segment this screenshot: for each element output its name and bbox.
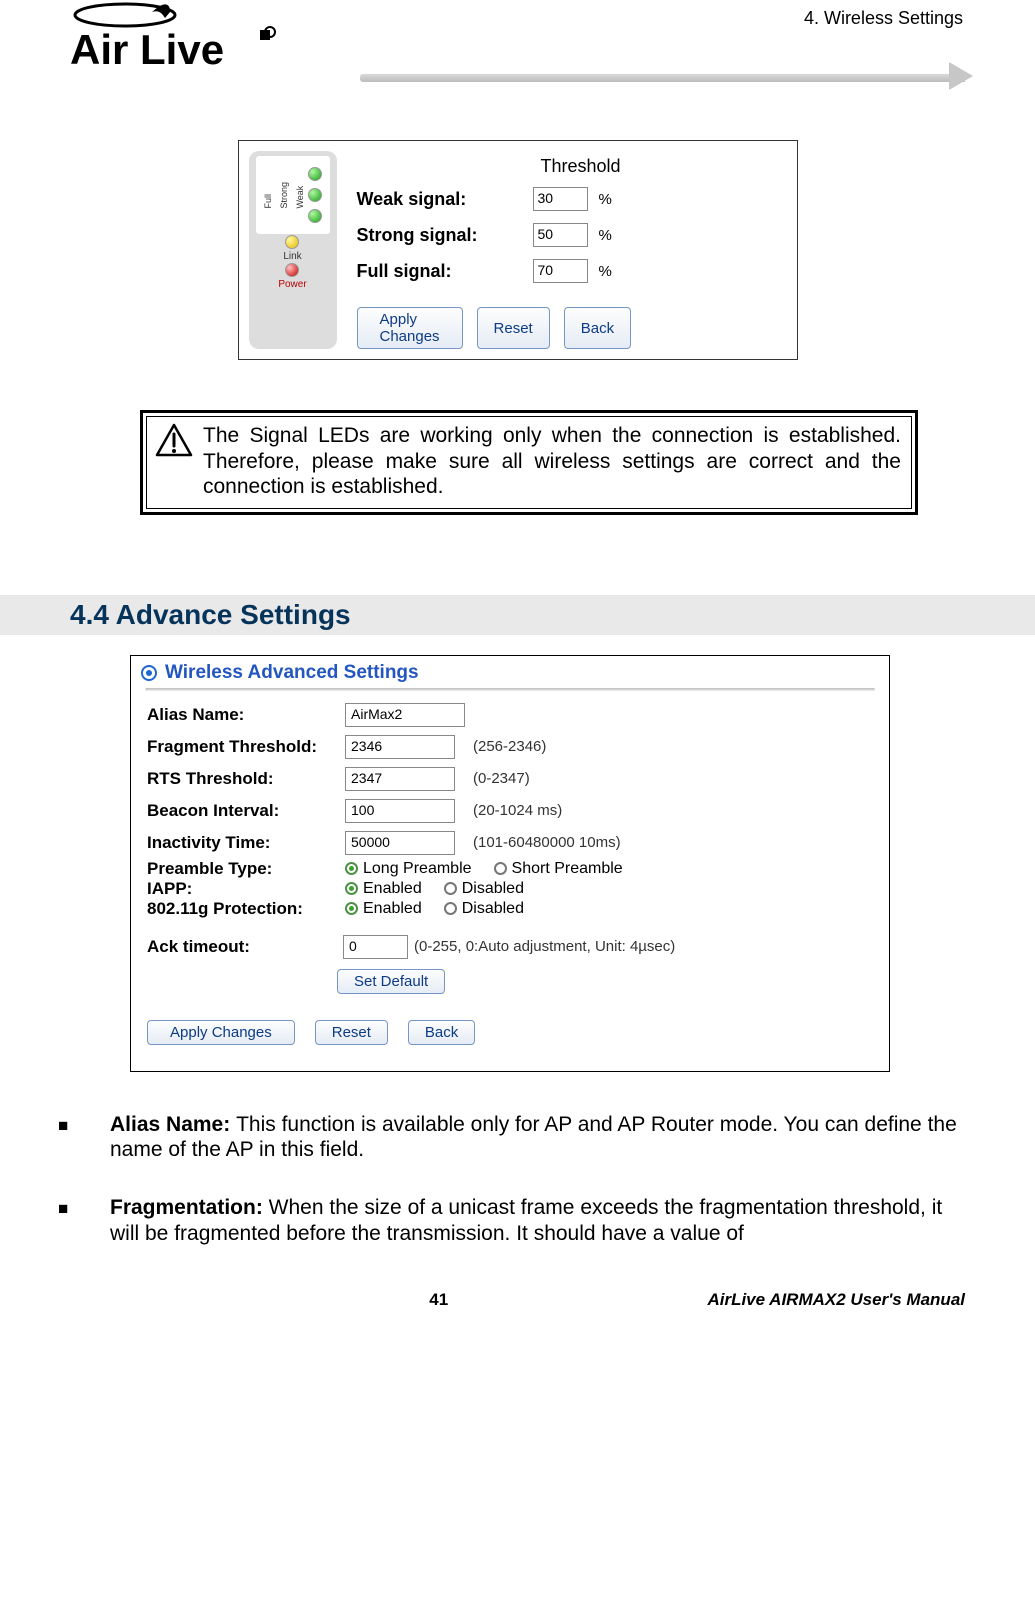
fragment-threshold-range: (256-2346) bbox=[473, 738, 873, 755]
strong-signal-label: Strong signal: bbox=[357, 225, 527, 246]
led-strong-icon bbox=[308, 188, 322, 202]
ack-timeout-range: (0-255, 0:Auto adjustment, Unit: 4µsec) bbox=[414, 938, 873, 955]
warning-text: The Signal LEDs are working only when th… bbox=[203, 423, 901, 500]
rts-threshold-input[interactable]: 2347 bbox=[345, 767, 455, 791]
full-signal-unit: % bbox=[599, 263, 629, 280]
led-link-icon bbox=[285, 235, 299, 249]
led-power-label: Power bbox=[278, 279, 306, 290]
brand-logo: Air Live bbox=[70, 0, 330, 87]
gprot-label: 802.11g Protection: bbox=[147, 899, 337, 919]
header-section-label: 4. Wireless Settings bbox=[804, 0, 965, 29]
led-full-icon bbox=[308, 167, 322, 181]
led-label-full: Full bbox=[263, 182, 273, 209]
beacon-interval-range: (20-1024 ms) bbox=[473, 802, 873, 819]
alias-name-input[interactable]: AirMax2 bbox=[345, 703, 465, 727]
page-number: 41 bbox=[429, 1290, 448, 1310]
rts-threshold-range: (0-2347) bbox=[473, 770, 873, 787]
beacon-interval-label: Beacon Interval: bbox=[147, 801, 337, 821]
full-signal-input[interactable]: 70 bbox=[533, 259, 588, 283]
led-weak-icon bbox=[308, 209, 322, 223]
iapp-disabled-label: Disabled bbox=[462, 880, 524, 897]
set-default-button[interactable]: Set Default bbox=[337, 969, 445, 994]
weak-signal-unit: % bbox=[599, 191, 629, 208]
preamble-short-radio[interactable]: Short Preamble bbox=[494, 860, 623, 878]
manual-title: AirLive AIRMAX2 User's Manual bbox=[707, 1290, 965, 1310]
svg-text:Air Live: Air Live bbox=[70, 26, 224, 73]
alias-name-term: Alias Name: bbox=[110, 1113, 236, 1136]
apply-changes-button[interactable]: Apply Changes bbox=[357, 307, 463, 349]
signal-strength-leds: Full Strong Weak bbox=[256, 156, 330, 234]
gprot-disabled-label: Disabled bbox=[462, 900, 524, 917]
adv-apply-changes-button[interactable]: Apply Changes bbox=[147, 1020, 295, 1045]
panel-divider bbox=[145, 688, 875, 691]
ack-timeout-input[interactable]: 0 bbox=[343, 935, 408, 959]
iapp-label: IAPP: bbox=[147, 879, 337, 899]
led-link-label: Link bbox=[283, 251, 301, 262]
iapp-disabled-radio[interactable]: Disabled bbox=[444, 880, 524, 898]
inactivity-time-input[interactable]: 50000 bbox=[345, 831, 455, 855]
full-signal-label: Full signal: bbox=[357, 261, 527, 282]
gprot-enabled-label: Enabled bbox=[363, 900, 422, 917]
alias-name-paragraph: ■Alias Name: This function is available … bbox=[70, 1112, 965, 1163]
bullseye-icon bbox=[141, 665, 157, 681]
weak-signal-input[interactable]: 30 bbox=[533, 187, 588, 211]
alias-name-label: Alias Name: bbox=[147, 705, 337, 725]
led-power-icon bbox=[285, 263, 299, 277]
bullet-icon: ■ bbox=[84, 1199, 110, 1220]
threshold-column-header: Threshold bbox=[533, 156, 629, 177]
fragment-threshold-label: Fragment Threshold: bbox=[147, 737, 337, 757]
iapp-enabled-radio[interactable]: Enabled bbox=[345, 880, 422, 898]
adv-back-button[interactable]: Back bbox=[408, 1020, 475, 1045]
preamble-type-label: Preamble Type: bbox=[147, 859, 337, 879]
preamble-short-label: Short Preamble bbox=[512, 860, 623, 877]
reset-button[interactable]: Reset bbox=[477, 307, 550, 349]
advanced-panel-title: Wireless Advanced Settings bbox=[165, 662, 419, 684]
gprot-disabled-radio[interactable]: Disabled bbox=[444, 900, 524, 918]
beacon-interval-input[interactable]: 100 bbox=[345, 799, 455, 823]
rts-threshold-label: RTS Threshold: bbox=[147, 769, 337, 789]
inactivity-time-range: (101-60480000 10ms) bbox=[473, 834, 873, 851]
back-button[interactable]: Back bbox=[564, 307, 631, 349]
led-label-strong: Strong bbox=[279, 182, 289, 209]
signal-threshold-panel: Full Strong Weak Link Power bbox=[238, 140, 798, 360]
fragment-threshold-input[interactable]: 2346 bbox=[345, 735, 455, 759]
section-heading: 4.4 Advance Settings bbox=[0, 595, 1035, 635]
alias-name-desc: This function is available only for AP a… bbox=[110, 1113, 957, 1162]
inactivity-time-label: Inactivity Time: bbox=[147, 833, 337, 853]
adv-reset-button[interactable]: Reset bbox=[315, 1020, 388, 1045]
strong-signal-unit: % bbox=[599, 227, 629, 244]
fragmentation-paragraph: ■Fragmentation: When the size of a unica… bbox=[70, 1195, 965, 1246]
device-led-column: Full Strong Weak Link Power bbox=[249, 151, 337, 349]
led-label-weak: Weak bbox=[295, 182, 305, 209]
iapp-enabled-label: Enabled bbox=[363, 880, 422, 897]
warning-icon bbox=[155, 423, 193, 457]
fragmentation-term: Fragmentation: bbox=[110, 1196, 269, 1219]
bullet-icon: ■ bbox=[84, 1116, 110, 1137]
wireless-advanced-panel: Wireless Advanced Settings Alias Name: A… bbox=[130, 655, 890, 1072]
ack-timeout-label: Ack timeout: bbox=[147, 937, 337, 957]
strong-signal-input[interactable]: 50 bbox=[533, 223, 588, 247]
weak-signal-label: Weak signal: bbox=[357, 189, 527, 210]
warning-box: The Signal LEDs are working only when th… bbox=[140, 410, 918, 515]
preamble-long-label: Long Preamble bbox=[363, 860, 472, 877]
header-divider bbox=[360, 74, 965, 82]
preamble-long-radio[interactable]: Long Preamble bbox=[345, 860, 472, 878]
gprot-enabled-radio[interactable]: Enabled bbox=[345, 900, 422, 918]
